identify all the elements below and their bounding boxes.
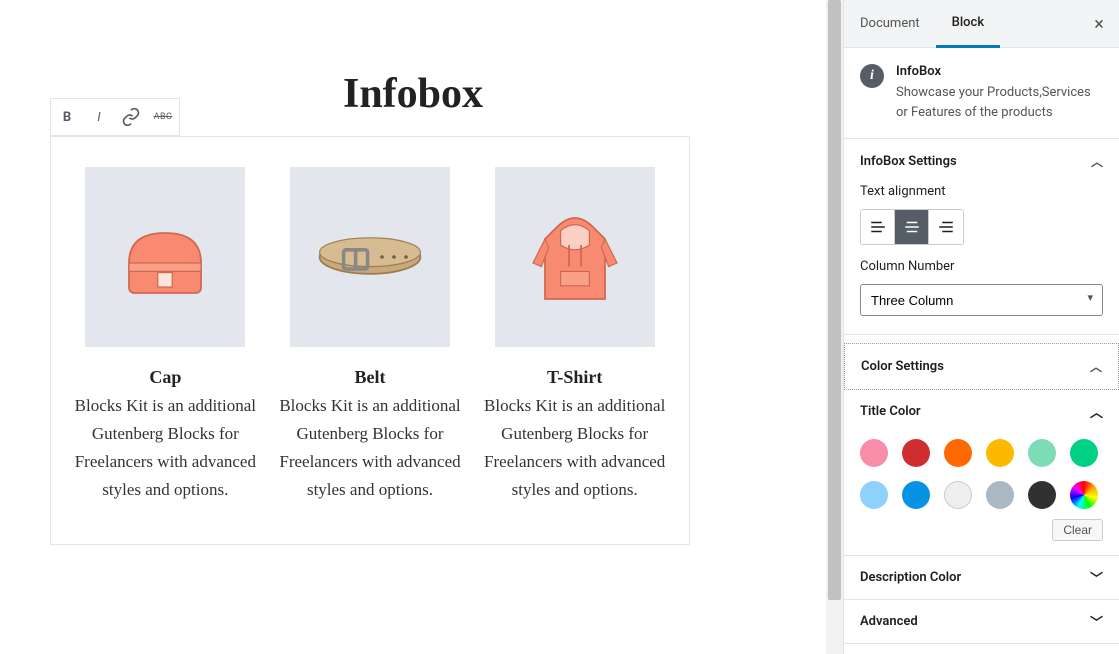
infobox-column: T-Shirt Blocks Kit is an additional Gute… bbox=[478, 167, 671, 504]
product-thumbnail bbox=[85, 167, 245, 347]
custom-color-swatch[interactable] bbox=[1070, 481, 1098, 509]
color-swatch[interactable] bbox=[902, 439, 930, 467]
panel-description-color: Description Color ﹀ bbox=[844, 556, 1119, 600]
color-swatch[interactable] bbox=[902, 481, 930, 509]
product-thumbnail bbox=[495, 167, 655, 347]
panel-title-color: Title Color ︿ Clear bbox=[844, 390, 1119, 556]
color-swatch[interactable] bbox=[860, 439, 888, 467]
column-title[interactable]: T-Shirt bbox=[478, 367, 671, 388]
rich-text-toolbar: B I ABC bbox=[50, 98, 180, 136]
block-header-text: InfoBox Showcase your Products,Services … bbox=[896, 64, 1103, 122]
column-number-label: Column Number bbox=[860, 259, 1103, 274]
color-swatch[interactable] bbox=[944, 439, 972, 467]
block-header: i InfoBox Showcase your Products,Service… bbox=[844, 48, 1119, 139]
block-description: Showcase your Products,Services or Featu… bbox=[896, 83, 1103, 122]
panel-toggle-description-color[interactable]: Description Color ﹀ bbox=[844, 556, 1119, 599]
panel-advanced: Advanced ﹀ bbox=[844, 600, 1119, 644]
panel-title: Title Color bbox=[860, 404, 921, 419]
cap-icon bbox=[105, 197, 225, 317]
color-swatch[interactable] bbox=[860, 481, 888, 509]
panel-title: InfoBox Settings bbox=[860, 154, 957, 169]
chevron-down-icon: ﹀ bbox=[1090, 568, 1103, 587]
block-title: InfoBox bbox=[896, 64, 1103, 79]
infobox-block[interactable]: Cap Blocks Kit is an additional Gutenber… bbox=[50, 136, 690, 545]
panel-toggle-color-settings[interactable]: Color Settings ︿ bbox=[845, 344, 1118, 389]
hoodie-icon bbox=[515, 197, 635, 317]
panel-color-settings: Color Settings ︿ bbox=[844, 343, 1119, 390]
panel-toggle-title-color[interactable]: Title Color ︿ bbox=[844, 390, 1119, 433]
info-icon: i bbox=[860, 64, 884, 88]
panel-infobox-settings: InfoBox Settings ︿ Text alignment Column… bbox=[844, 139, 1119, 335]
chevron-up-icon: ︿ bbox=[1091, 153, 1103, 170]
chevron-up-icon: ︿ bbox=[1090, 402, 1103, 421]
panel-toggle-infobox-settings[interactable]: InfoBox Settings ︿ bbox=[844, 139, 1119, 184]
clear-color-button[interactable]: Clear bbox=[1052, 519, 1103, 541]
scrollbar-thumb[interactable] bbox=[828, 0, 841, 600]
sidebar-tabs: Document Block × bbox=[844, 0, 1119, 48]
close-sidebar-button[interactable]: × bbox=[1087, 12, 1111, 36]
chevron-up-icon: ︿ bbox=[1090, 358, 1102, 375]
column-title[interactable]: Cap bbox=[69, 367, 262, 388]
align-left-button[interactable] bbox=[861, 210, 895, 244]
column-number-select-wrap: Three Column bbox=[860, 284, 1103, 316]
column-description[interactable]: Blocks Kit is an additional Gutenberg Bl… bbox=[69, 392, 262, 504]
color-swatch[interactable] bbox=[986, 439, 1014, 467]
panel-title: Advanced bbox=[860, 614, 918, 629]
chevron-down-icon: ﹀ bbox=[1090, 612, 1103, 631]
align-right-button[interactable] bbox=[929, 210, 963, 244]
panel-title: Color Settings bbox=[861, 359, 944, 374]
column-number-select[interactable]: Three Column bbox=[860, 284, 1103, 316]
color-swatch[interactable] bbox=[1028, 481, 1056, 509]
column-title[interactable]: Belt bbox=[274, 367, 467, 388]
link-button[interactable] bbox=[115, 99, 147, 135]
color-swatch[interactable] bbox=[944, 481, 972, 509]
color-swatch[interactable] bbox=[1028, 439, 1056, 467]
italic-button[interactable]: I bbox=[83, 99, 115, 135]
color-swatch[interactable] bbox=[1070, 439, 1098, 467]
editor-scrollbar[interactable] bbox=[826, 0, 843, 654]
infobox-column: Cap Blocks Kit is an additional Gutenber… bbox=[69, 167, 262, 504]
panel-toggle-advanced[interactable]: Advanced ﹀ bbox=[844, 600, 1119, 643]
settings-sidebar: Document Block × i InfoBox Showcase your… bbox=[843, 0, 1119, 654]
panel-title: Description Color bbox=[860, 570, 961, 585]
text-alignment-label: Text alignment bbox=[860, 184, 1103, 199]
editor-canvas: Infobox B I ABC Cap Blocks Kit is an add… bbox=[0, 0, 826, 654]
color-swatch[interactable] bbox=[986, 481, 1014, 509]
column-description[interactable]: Blocks Kit is an additional Gutenberg Bl… bbox=[274, 392, 467, 504]
align-center-button[interactable] bbox=[895, 210, 929, 244]
tab-block[interactable]: Block bbox=[936, 0, 1000, 48]
strikethrough-button[interactable]: ABC bbox=[147, 99, 179, 135]
product-thumbnail bbox=[290, 167, 450, 347]
tab-document[interactable]: Document bbox=[844, 0, 936, 48]
column-description[interactable]: Blocks Kit is an additional Gutenberg Bl… bbox=[478, 392, 671, 504]
belt-icon bbox=[310, 197, 430, 317]
infobox-columns: Cap Blocks Kit is an additional Gutenber… bbox=[69, 167, 671, 504]
title-color-swatches bbox=[844, 433, 1119, 515]
infobox-column: Belt Blocks Kit is an additional Gutenbe… bbox=[274, 167, 467, 504]
text-alignment-group bbox=[860, 209, 964, 245]
bold-button[interactable]: B bbox=[51, 99, 83, 135]
